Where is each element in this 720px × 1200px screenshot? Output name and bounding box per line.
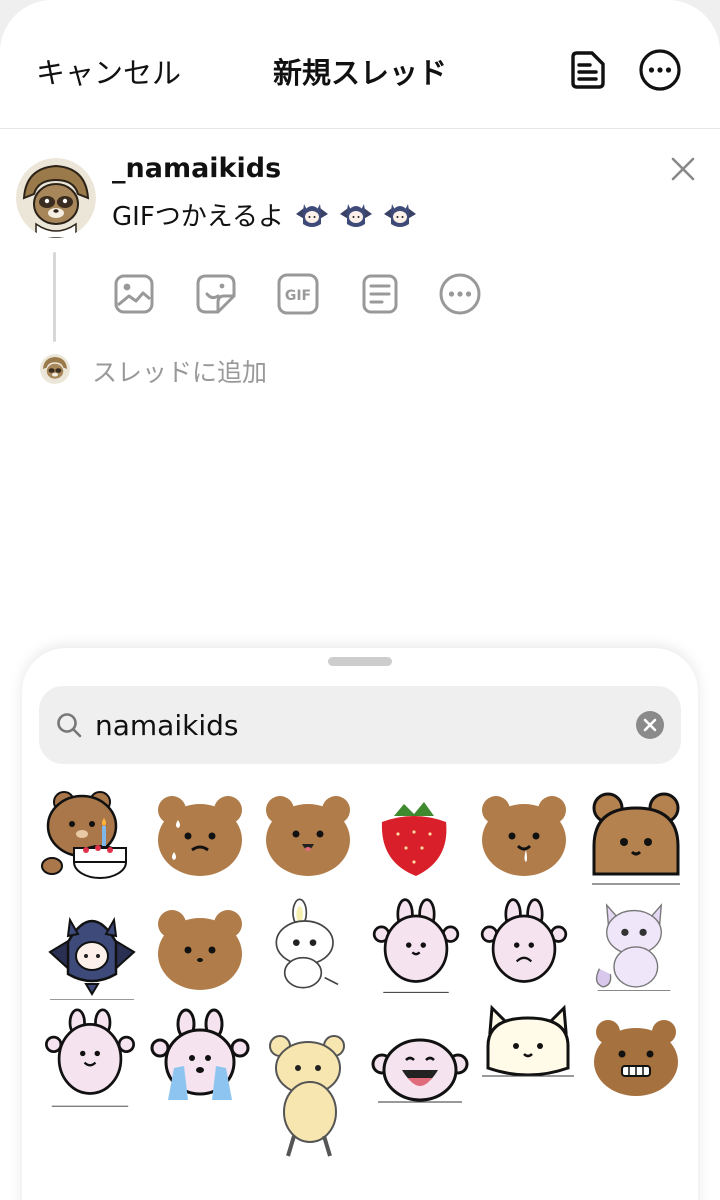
more-options-icon[interactable] bbox=[638, 48, 682, 92]
sticker-strawberry[interactable] bbox=[364, 786, 464, 886]
bat-girl-emoji-icon bbox=[296, 203, 328, 227]
sticker-brown-bear-outline[interactable] bbox=[586, 786, 686, 886]
thread-line bbox=[53, 252, 56, 342]
sticker-fluffy-bear-plain[interactable] bbox=[150, 900, 250, 1000]
svg-text:GIF: GIF bbox=[285, 288, 311, 304]
bat-girl-emoji-icon bbox=[340, 203, 372, 227]
sticker-fluffy-bear-drooling[interactable] bbox=[474, 786, 574, 886]
avatar bbox=[16, 158, 96, 238]
sticker-lavender-cat[interactable] bbox=[584, 896, 684, 996]
clear-search-icon[interactable] bbox=[635, 710, 665, 740]
header: キャンセル 新規スレッド bbox=[0, 0, 720, 129]
more-icon[interactable] bbox=[438, 272, 482, 316]
drafts-icon[interactable] bbox=[566, 48, 610, 92]
new-thread-screen: キャンセル 新規スレッド _namaikids GIFつかえるよ GIF スレッ… bbox=[0, 0, 720, 1200]
custom-emoji-row bbox=[294, 200, 418, 230]
add-to-thread-button[interactable]: スレッドに追加 bbox=[92, 353, 267, 389]
sticker-brown-bear-with-cake[interactable] bbox=[38, 786, 138, 886]
poll-icon[interactable] bbox=[358, 272, 402, 316]
sticker-pink-blob-laughing[interactable] bbox=[370, 1024, 470, 1124]
sticker-icon[interactable] bbox=[194, 272, 238, 316]
sticker-cream-bear-dancing[interactable] bbox=[262, 1032, 362, 1160]
sheet-grabber[interactable] bbox=[328, 657, 392, 666]
post-text-input[interactable]: GIFつかえるよ bbox=[112, 196, 418, 233]
gallery-icon[interactable] bbox=[112, 272, 156, 316]
gif-icon[interactable]: GIF bbox=[276, 272, 320, 316]
sticker-pink-bunny-waving[interactable] bbox=[366, 896, 466, 996]
page-title: 新規スレッド bbox=[272, 56, 447, 90]
close-icon[interactable] bbox=[668, 154, 698, 184]
search-icon bbox=[57, 713, 82, 738]
sticker-white-bunny[interactable] bbox=[258, 896, 358, 996]
sticker-fluffy-bear-smiling[interactable] bbox=[258, 786, 358, 886]
sticker-pink-bunny-happy[interactable] bbox=[40, 1008, 140, 1108]
search-input[interactable] bbox=[95, 706, 615, 744]
username[interactable]: _namaikids bbox=[112, 153, 281, 184]
sticker-bat-costume-girl[interactable] bbox=[42, 900, 142, 1000]
sticker-pink-bunny-shy[interactable] bbox=[474, 896, 574, 996]
sticker-cream-cat[interactable] bbox=[478, 996, 578, 1096]
search-bar bbox=[39, 686, 681, 764]
post-text: GIFつかえるよ bbox=[112, 202, 284, 232]
sticker-fluffy-bear-grimace[interactable] bbox=[586, 1008, 686, 1108]
sticker-fluffy-bear-crying[interactable] bbox=[150, 786, 250, 886]
avatar-small bbox=[40, 354, 70, 384]
sticker-pink-bunny-crying[interactable] bbox=[150, 1008, 250, 1108]
bat-girl-emoji-icon bbox=[384, 203, 416, 227]
